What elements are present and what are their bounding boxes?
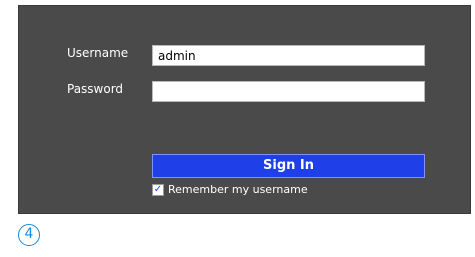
password-label: Password xyxy=(67,82,124,96)
step-number-badge: 4 xyxy=(18,224,40,246)
username-label: Username xyxy=(67,46,129,60)
username-input[interactable] xyxy=(152,45,425,66)
sign-in-button[interactable]: Sign In xyxy=(152,154,425,178)
checkmark-icon: ✓ xyxy=(153,184,163,195)
login-panel: Username Password Sign In ✓ Remember my … xyxy=(18,5,471,214)
remember-username-checkbox[interactable]: ✓ xyxy=(152,184,164,196)
remember-username-label: Remember my username xyxy=(168,183,308,196)
remember-username-option[interactable]: ✓ Remember my username xyxy=(152,183,308,197)
password-input[interactable] xyxy=(152,81,425,102)
